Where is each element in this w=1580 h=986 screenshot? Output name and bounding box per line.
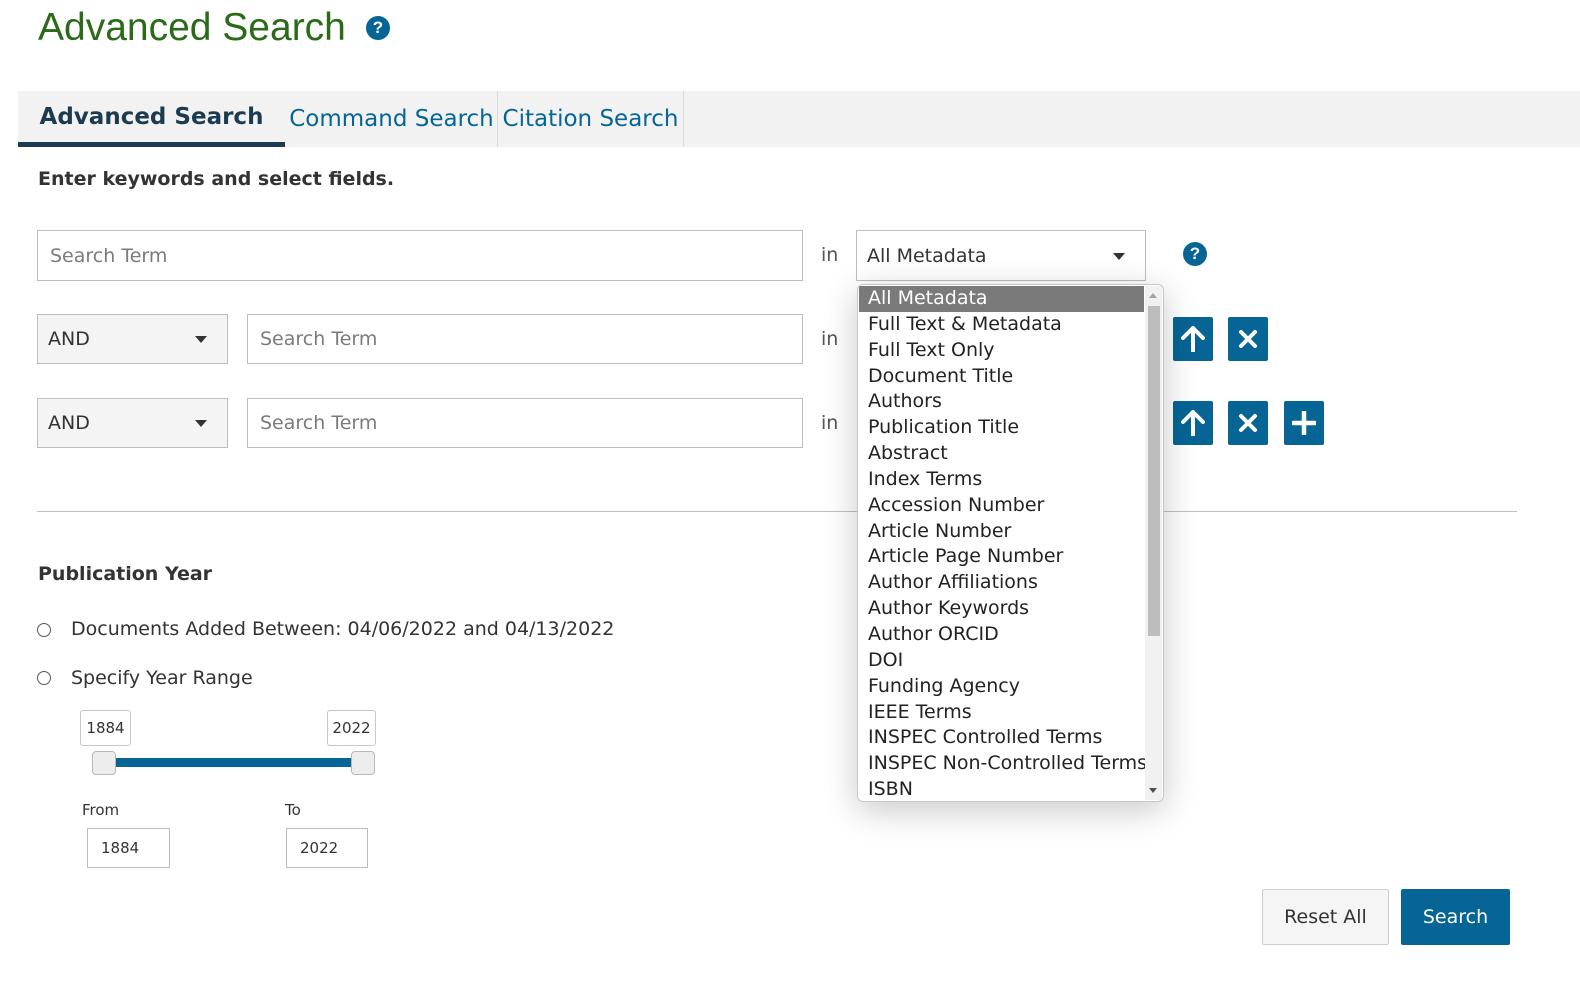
- field-option[interactable]: Author Affiliations: [859, 570, 1144, 596]
- radio-added-between-label: Documents Added Between: 04/06/2022 and …: [71, 618, 615, 640]
- search-term-input-1[interactable]: [37, 230, 803, 281]
- add-row-button[interactable]: [1284, 401, 1324, 445]
- tab-separator: [683, 91, 684, 147]
- question-circle-icon[interactable]: ?: [1183, 242, 1207, 266]
- field-option[interactable]: Authors: [859, 389, 1144, 415]
- in-label: in: [821, 244, 839, 266]
- radio-added-between[interactable]: [37, 623, 51, 637]
- field-option[interactable]: IEEE Terms: [859, 700, 1144, 726]
- field-option[interactable]: Abstract: [859, 441, 1144, 467]
- field-option[interactable]: Author ORCID: [859, 622, 1144, 648]
- field-option[interactable]: INSPEC Non-Controlled Terms: [859, 751, 1147, 777]
- move-up-button[interactable]: [1173, 401, 1213, 445]
- field-option[interactable]: Full Text & Metadata: [859, 312, 1144, 338]
- search-tabs: Advanced Search Command Search Citation …: [18, 91, 1580, 147]
- field-option[interactable]: Funding Agency: [859, 674, 1144, 700]
- tab-advanced-search[interactable]: Advanced Search: [18, 91, 285, 147]
- publication-year-title: Publication Year: [38, 563, 213, 585]
- year-range-slider-track[interactable]: [105, 758, 363, 767]
- page-title: Advanced Search: [38, 6, 346, 49]
- field-option[interactable]: DOI: [859, 648, 1144, 674]
- field-option[interactable]: INSPEC Controlled Terms: [859, 725, 1144, 751]
- radio-year-range[interactable]: [37, 671, 51, 685]
- plus-icon: [1292, 411, 1316, 435]
- dropdown-scrollbar[interactable]: [1145, 286, 1162, 800]
- search-term-input-2[interactable]: [247, 314, 803, 364]
- field-option[interactable]: Publication Title: [859, 415, 1144, 441]
- year-slider-handle-min[interactable]: [92, 751, 116, 775]
- scrollbar-thumb[interactable]: [1148, 306, 1160, 636]
- chevron-down-icon: [195, 420, 207, 427]
- field-option[interactable]: All Metadata: [859, 286, 1144, 312]
- field-option[interactable]: Article Page Number: [859, 544, 1144, 570]
- field-select-value: All Metadata: [867, 244, 987, 267]
- field-option[interactable]: Article Number: [859, 519, 1144, 545]
- field-option[interactable]: Full Text Only: [859, 338, 1144, 364]
- year-to-input[interactable]: 2022: [286, 828, 368, 868]
- search-button[interactable]: Search: [1401, 889, 1510, 945]
- from-label: From: [82, 801, 120, 819]
- field-option[interactable]: Document Title: [859, 364, 1144, 390]
- close-icon: [1239, 414, 1257, 432]
- tab-command-search[interactable]: Command Search: [286, 91, 497, 147]
- reset-all-button[interactable]: Reset All: [1262, 889, 1389, 945]
- scroll-down-icon[interactable]: [1149, 788, 1157, 793]
- year-slider-handle-max[interactable]: [351, 751, 375, 775]
- chevron-down-icon: [1113, 252, 1125, 260]
- search-term-input-3[interactable]: [247, 398, 803, 448]
- radio-year-range-label: Specify Year Range: [71, 667, 253, 689]
- arrow-up-icon: [1181, 410, 1205, 436]
- in-label: in: [821, 328, 839, 350]
- remove-row-button[interactable]: [1228, 317, 1268, 361]
- question-circle-icon[interactable]: ?: [366, 16, 390, 40]
- in-label: in: [821, 412, 839, 434]
- close-icon: [1239, 330, 1257, 348]
- operator-value: AND: [48, 328, 90, 350]
- section-divider: [37, 511, 1517, 512]
- scroll-up-icon[interactable]: [1149, 293, 1157, 298]
- field-option[interactable]: Index Terms: [859, 467, 1144, 493]
- field-select-1[interactable]: All Metadata: [856, 230, 1146, 281]
- tab-citation-search[interactable]: Citation Search: [498, 91, 683, 147]
- slider-min-badge: 1884: [80, 710, 131, 746]
- chevron-down-icon: [195, 336, 207, 343]
- field-dropdown-options: All Metadata Full Text & Metadata Full T…: [859, 286, 1147, 801]
- arrow-up-icon: [1181, 326, 1205, 352]
- instructions-text: Enter keywords and select fields.: [38, 168, 395, 190]
- remove-row-button[interactable]: [1228, 401, 1268, 445]
- field-option[interactable]: Accession Number: [859, 493, 1144, 519]
- year-from-input[interactable]: 1884: [87, 828, 170, 868]
- move-up-button[interactable]: [1173, 317, 1213, 361]
- operator-select-2[interactable]: AND: [37, 314, 228, 364]
- field-dropdown-list: All Metadata Full Text & Metadata Full T…: [857, 284, 1164, 802]
- to-label: To: [285, 801, 301, 819]
- field-option[interactable]: Author Keywords: [859, 596, 1144, 622]
- field-option[interactable]: ISBN: [859, 777, 1144, 801]
- operator-value: AND: [48, 412, 90, 434]
- operator-select-3[interactable]: AND: [37, 398, 228, 448]
- slider-max-badge: 2022: [327, 710, 376, 746]
